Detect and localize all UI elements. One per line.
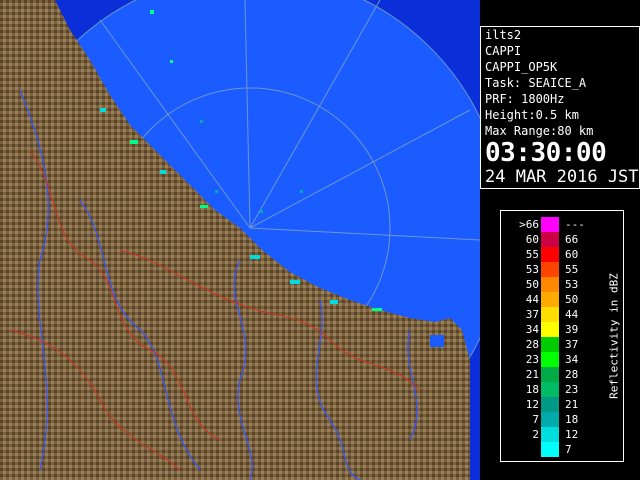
legend-swatch <box>541 442 559 457</box>
legend-row: 44 50 <box>501 292 611 307</box>
legend-row: 21 28 <box>501 367 611 382</box>
legend-swatch <box>541 412 559 427</box>
legend-upper-bound: 55 <box>565 263 579 276</box>
legend-upper-bound: 66 <box>565 233 579 246</box>
legend-unit-text: Reflectivity in dBZ <box>607 273 621 399</box>
legend-row: 60 66 <box>501 232 611 247</box>
legend-lower-bound: 34 <box>525 323 539 336</box>
legend-upper-bound: 60 <box>565 248 579 261</box>
info-panel: ilts2 CAPPI CAPPI_OP5K Task: SEAICE_A PR… <box>480 26 640 189</box>
legend-lower-bound: 28 <box>525 338 539 351</box>
legend-upper-bound: 34 <box>565 353 579 366</box>
legend-lower-bound: 7 <box>532 413 539 426</box>
legend-upper-bound: 18 <box>565 413 579 426</box>
legend-row: 50 53 <box>501 277 611 292</box>
legend-row: 34 39 <box>501 322 611 337</box>
legend-lower-bound: 55 <box>525 248 539 261</box>
legend-swatch <box>541 427 559 442</box>
legend-swatch <box>541 277 559 292</box>
legend-row: 37 44 <box>501 307 611 322</box>
legend-upper-bound: 37 <box>565 338 579 351</box>
legend-swatch <box>541 322 559 337</box>
max-range-label: Max Range:80 km <box>485 124 594 138</box>
legend-row: 55 60 <box>501 247 611 262</box>
legend-lower-bound: 37 <box>525 308 539 321</box>
legend-upper-bound: 21 <box>565 398 579 411</box>
legend-row: 28 37 <box>501 337 611 352</box>
legend-row: 18 23 <box>501 382 611 397</box>
legend-upper-bound: 7 <box>565 443 572 456</box>
legend-upper-bound: --- <box>565 218 585 231</box>
legend-lower-bound: 60 <box>525 233 539 246</box>
product-name: CAPPI_OP5K <box>485 60 558 74</box>
legend-lower-bound: 2 <box>532 428 539 441</box>
legend-unit-label: Reflectivity in dBZ <box>607 271 621 401</box>
legend-lower-bound: 23 <box>525 353 539 366</box>
legend-swatch <box>541 382 559 397</box>
legend-swatch <box>541 352 559 367</box>
legend-row: 12 21 <box>501 397 611 412</box>
radar-map <box>0 0 480 480</box>
legend-swatch <box>541 232 559 247</box>
legend-lower-bound: 53 <box>525 263 539 276</box>
legend-row: 7 <box>501 442 611 457</box>
legend-swatch <box>541 262 559 277</box>
task-label: Task: SEAICE_A <box>485 76 587 90</box>
legend-row: 23 34 <box>501 352 611 367</box>
legend-upper-bound: 50 <box>565 293 579 306</box>
legend-lower-bound: 18 <box>525 383 539 396</box>
legend-swatch <box>541 367 559 382</box>
legend-row: 7 18 <box>501 412 611 427</box>
legend-swatch <box>541 247 559 262</box>
radar-name: ilts2 <box>485 28 522 42</box>
prf-label: PRF: 1800Hz <box>485 92 565 106</box>
legend-row: 2 12 <box>501 427 611 442</box>
date-display: 24 MAR 2016 JST <box>485 167 639 187</box>
legend-lower-bound: >66 <box>519 218 539 231</box>
legend-lower-bound: 50 <box>525 278 539 291</box>
height-label: Height:0.5 km <box>485 108 579 122</box>
legend-upper-bound: 28 <box>565 368 579 381</box>
time-display: 03:30:00 <box>485 138 607 168</box>
legend-lower-bound: 21 <box>525 368 539 381</box>
reflectivity-legend: >66 --- 60 66 55 60 53 55 50 53 44 50 37 44 34 39 28 37 23… <box>500 210 624 462</box>
product-type: CAPPI <box>485 44 522 58</box>
legend-upper-bound: 12 <box>565 428 579 441</box>
legend-lower-bound: 44 <box>525 293 539 306</box>
legend-swatch <box>541 217 559 232</box>
legend-swatch <box>541 292 559 307</box>
legend-swatch <box>541 397 559 412</box>
legend-lower-bound: 12 <box>525 398 539 411</box>
legend-swatch <box>541 307 559 322</box>
legend-upper-bound: 53 <box>565 278 579 291</box>
legend-row: 53 55 <box>501 262 611 277</box>
legend-swatch <box>541 337 559 352</box>
legend-upper-bound: 23 <box>565 383 579 396</box>
legend-upper-bound: 39 <box>565 323 579 336</box>
legend-upper-bound: 44 <box>565 308 579 321</box>
legend-row: >66 --- <box>501 217 611 232</box>
